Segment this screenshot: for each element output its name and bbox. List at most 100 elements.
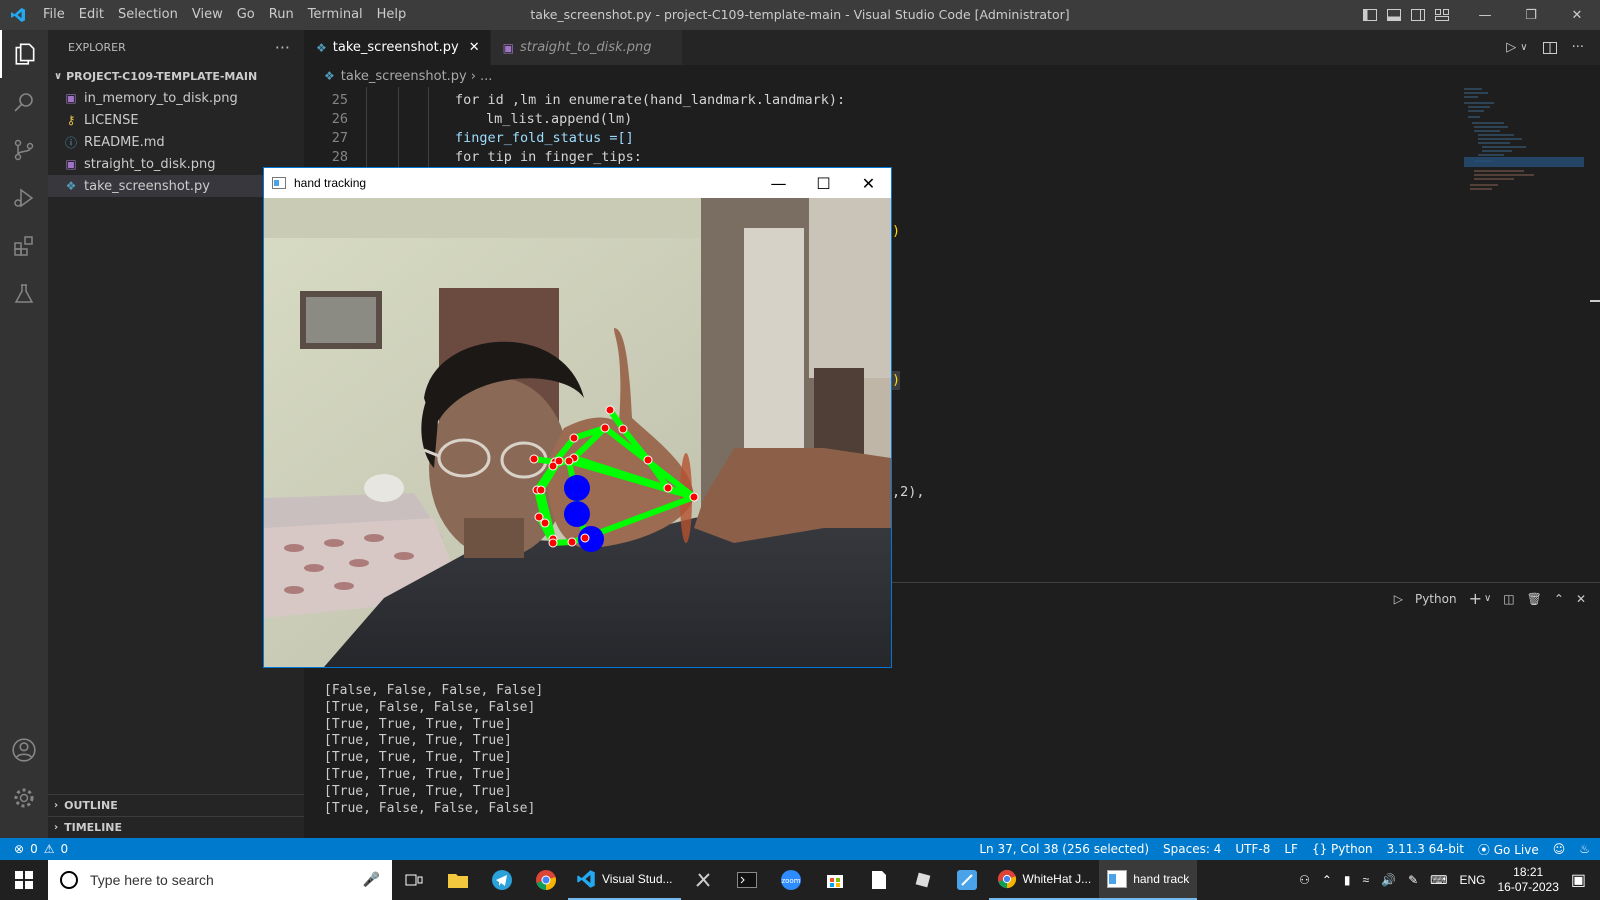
go-live-button[interactable]: ⦿ Go Live [1478,841,1539,858]
terminal-shell-label[interactable]: Python [1415,592,1457,606]
search-icon[interactable] [0,78,48,126]
source-control-icon[interactable] [0,126,48,174]
split-editor-icon[interactable] [1542,40,1558,56]
minimize-icon[interactable]: — [756,168,801,198]
taskbar-app-hand-tracking[interactable]: hand track [1099,860,1198,900]
code-line: 28 for tip in finger_tips: [304,148,642,167]
landmark-point [689,492,699,502]
menu-help[interactable]: Help [370,0,414,30]
tab-take-screenshot[interactable]: ❖ take_screenshot.py ✕ [304,30,491,65]
python-interpreter[interactable]: 3.11.3 64-bit [1387,842,1464,856]
restore-icon[interactable]: ❐ [1508,8,1554,23]
scrollbar-marker[interactable] [1590,300,1600,302]
file-label: README.md [84,134,165,150]
camera-frame-image [264,198,891,667]
zoom-icon[interactable]: zoom [769,860,813,900]
notepad-icon[interactable] [857,860,901,900]
volume-icon[interactable]: 🔊 [1381,873,1396,887]
encoding[interactable]: UTF-8 [1235,842,1270,856]
windows-start-icon[interactable] [0,860,48,900]
menu-view[interactable]: View [185,0,230,30]
taskbar-app-label: WhiteHat J... [1022,872,1092,886]
customize-layout-icon[interactable] [1434,7,1450,23]
people-icon[interactable]: ⚇ [1299,873,1310,887]
problems-indicator[interactable]: ⊗ 0 ⚠ 0 [0,842,68,856]
file-label: straight_to_disk.png [84,156,216,172]
file-explorer-icon[interactable] [436,860,480,900]
project-folder[interactable]: ∨ PROJECT-C109-TEMPLATE-MAIN [48,65,304,87]
store-icon[interactable] [813,860,857,900]
chrome-icon[interactable] [524,860,568,900]
file-in-memory-to-disk[interactable]: ▣ in_memory_to_disk.png [48,87,304,109]
keyboard-icon[interactable]: ⌨ [1430,873,1447,887]
menu-run[interactable]: Run [262,0,301,30]
task-view-icon[interactable] [392,860,436,900]
battery-icon[interactable]: ▮ [1344,873,1351,887]
go-live-label: Go Live [1493,842,1539,857]
breadcrumb-file[interactable]: take_screenshot.py [341,69,467,84]
notifications-bell-icon[interactable]: ♨ [1579,842,1590,856]
menu-selection[interactable]: Selection [111,0,185,30]
kill-terminal-icon[interactable]: 🗑 [1527,592,1542,606]
telegram-icon[interactable] [480,860,524,900]
testing-icon[interactable] [0,270,48,318]
terminal-app-icon[interactable] [725,860,769,900]
show-hidden-icons-chevron-icon[interactable]: ⌃ [1322,873,1332,887]
explorer-icon[interactable] [0,30,48,78]
timeline-section[interactable]: › TIMELINE [48,816,304,838]
terminal-output[interactable]: [False, False, False, False] [True, Fals… [324,683,543,817]
run-dropdown-chevron-icon[interactable]: ∨ [1520,42,1527,53]
landmark-point [569,433,579,443]
file-license[interactable]: ⚷ LICENSE [48,109,304,131]
taskbar-app-chrome[interactable]: WhiteHat J... [988,860,1100,900]
new-terminal-icon[interactable]: + [1469,589,1482,608]
explorer-more-button[interactable]: ··· [275,38,290,57]
menu-terminal[interactable]: Terminal [301,0,370,30]
wifi-icon[interactable]: ≈ [1363,873,1370,887]
more-actions-icon[interactable]: ··· [1572,40,1584,55]
taskbar-app-vscode[interactable]: Visual Stud... [568,860,681,900]
notifications-icon[interactable]: ▣ [1571,870,1586,890]
outline-section[interactable]: › OUTLINE [48,794,304,816]
toggle-sidebar-icon[interactable] [1362,7,1378,23]
language-mode[interactable]: {} Python [1312,842,1373,856]
toggle-panel-icon[interactable] [1386,7,1402,23]
close-panel-icon[interactable]: ✕ [1576,592,1586,606]
minimap[interactable] [1464,87,1584,572]
vscode-logo-icon [0,0,36,30]
maximize-icon[interactable]: ☐ [801,168,846,198]
pen-icon[interactable]: ✎ [1408,873,1418,887]
tab-straight-to-disk[interactable]: ▣ straight_to_disk.png ✕ [490,30,684,65]
landmark-point [536,485,546,495]
microphone-icon[interactable]: 🎤 [363,871,380,888]
file-readme[interactable]: ⓘ README.md [48,131,304,153]
breadcrumb-rest[interactable]: ... [480,69,492,84]
end-of-line[interactable]: LF [1284,842,1298,856]
menu-edit[interactable]: Edit [72,0,111,30]
cursor-position[interactable]: Ln 37, Col 38 (256 selected) [979,842,1149,856]
close-tab-icon[interactable]: ✕ [469,40,480,55]
snipping-tool-icon[interactable] [681,860,725,900]
indentation[interactable]: Spaces: 4 [1163,842,1221,856]
whiteboard-icon[interactable] [945,860,989,900]
minimize-icon[interactable]: — [1462,8,1508,23]
close-icon[interactable]: ✕ [846,168,891,198]
app-cube-icon[interactable] [901,860,945,900]
split-terminal-icon[interactable]: ◫ [1503,592,1514,606]
run-debug-icon[interactable] [0,174,48,222]
toggle-secondary-sidebar-icon[interactable] [1410,7,1426,23]
run-file-icon[interactable]: ▷ [1506,40,1516,55]
manage-gear-icon[interactable] [0,774,48,822]
taskbar-search[interactable]: Type here to search 🎤 [48,860,392,900]
menu-file[interactable]: File [36,0,72,30]
maximize-panel-icon[interactable]: ⌃ [1554,592,1564,606]
terminal-dropdown-icon[interactable]: ∨ [1484,593,1491,604]
menu-go[interactable]: Go [230,0,262,30]
accounts-icon[interactable] [0,726,48,774]
feedback-icon[interactable]: ☺ [1553,842,1566,856]
explorer-header: EXPLORER [68,41,126,54]
clock[interactable]: 18:21 16-07-2023 [1497,865,1558,895]
extensions-icon[interactable] [0,222,48,270]
input-language[interactable]: ENG [1459,873,1485,887]
close-window-icon[interactable]: ✕ [1554,8,1600,23]
